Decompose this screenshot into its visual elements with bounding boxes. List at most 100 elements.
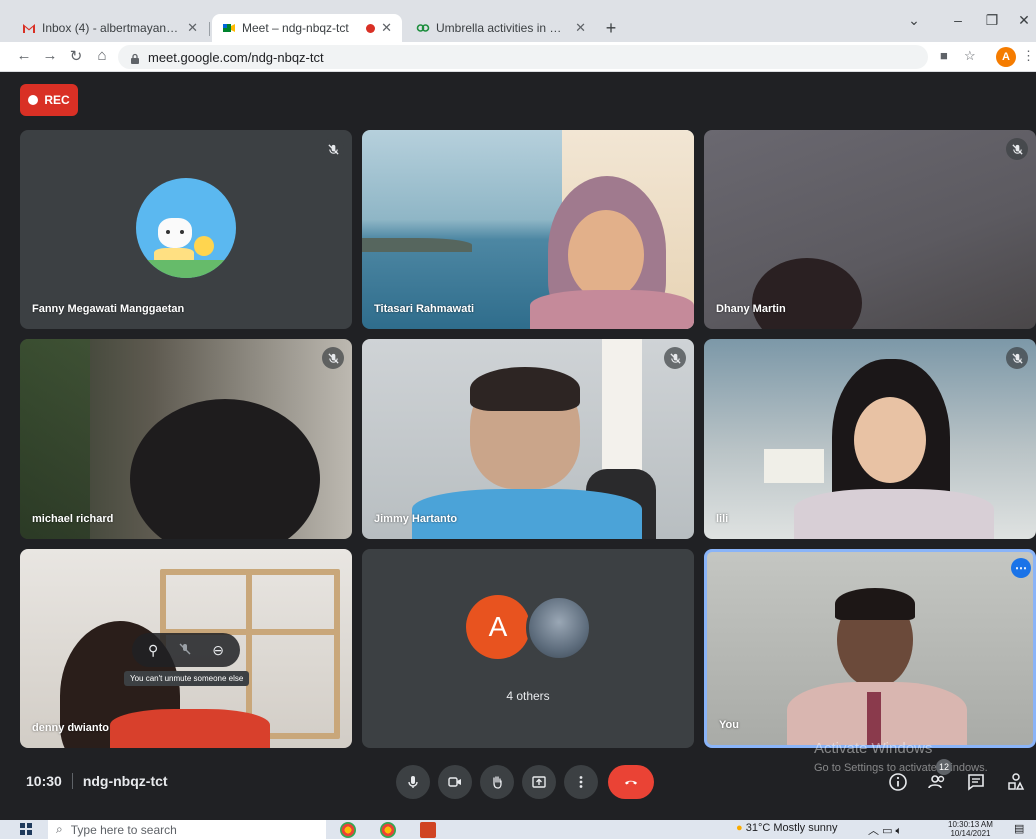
- participant-tile[interactable]: Fanny Megawati Manggaetan: [20, 130, 352, 329]
- camera-icon: [448, 777, 461, 787]
- participant-tile[interactable]: michael richard: [20, 339, 352, 539]
- kebab-menu-icon: [579, 776, 583, 788]
- chrome-taskbar-icon[interactable]: [380, 822, 396, 838]
- participant-name: Fanny Megawati Manggaetan: [32, 303, 185, 315]
- record-dot-icon: [28, 95, 39, 105]
- self-view-tile[interactable]: ⋯ You: [704, 549, 1036, 748]
- pin-icon[interactable]: ⚲: [148, 642, 158, 659]
- tab-separator: [209, 22, 210, 36]
- recording-button[interactable]: REC: [20, 84, 78, 116]
- activities-shapes-icon: [1008, 773, 1025, 790]
- weather-widget[interactable]: ● 31°C Mostly sunny: [736, 822, 838, 834]
- home-icon[interactable]: ⌂: [92, 47, 112, 64]
- profile-avatar[interactable]: A: [996, 47, 1016, 67]
- mic-icon: [408, 776, 418, 788]
- present-icon: [532, 776, 546, 788]
- tab-search-chevron-icon[interactable]: ⌄: [900, 12, 928, 29]
- participant-name: michael richard: [32, 513, 114, 525]
- close-tab-icon[interactable]: ✕: [575, 20, 586, 36]
- remove-icon[interactable]: ⊖: [212, 642, 224, 659]
- tab-umbrella[interactable]: Umbrella activities in Software En ✕: [406, 14, 596, 42]
- windows-start-icon[interactable]: [20, 823, 32, 835]
- unmute-disabled-icon[interactable]: [178, 642, 192, 659]
- microphone-button[interactable]: [396, 765, 430, 799]
- chat-icon: [968, 774, 984, 791]
- forward-icon[interactable]: →: [40, 47, 60, 64]
- search-icon: ⌕: [56, 822, 63, 836]
- back-icon[interactable]: ←: [14, 47, 34, 64]
- restore-icon[interactable]: ❐: [978, 12, 1006, 29]
- close-tab-icon[interactable]: ✕: [187, 20, 198, 36]
- muted-mic-icon: [322, 138, 344, 160]
- close-tab-icon[interactable]: ✕: [381, 20, 392, 36]
- clock-time: 10:30:13 AM: [948, 820, 993, 829]
- bookmark-star-icon[interactable]: ☆: [964, 48, 976, 64]
- muted-mic-icon: [322, 347, 344, 369]
- participant-tile[interactable]: Dhany Martin: [704, 130, 1036, 329]
- recording-dot-icon: [366, 23, 376, 33]
- muted-mic-icon: [664, 347, 686, 369]
- close-window-icon[interactable]: ✕: [1010, 12, 1036, 29]
- camera-indicator-icon[interactable]: ■: [940, 48, 948, 63]
- recording-label: REC: [44, 93, 70, 107]
- powerpoint-taskbar-icon[interactable]: [420, 822, 436, 838]
- chrome-taskbar-icon[interactable]: [340, 822, 356, 838]
- menu-kebab-icon[interactable]: ⋮: [1022, 48, 1035, 64]
- present-screen-button[interactable]: [522, 765, 556, 799]
- camera-button[interactable]: [438, 765, 472, 799]
- tab-gmail[interactable]: Inbox (4) - albertmayan@gmail.c ✕: [12, 14, 208, 42]
- tab-meet[interactable]: Meet – ndg-nbqz-tct ✕: [212, 14, 402, 42]
- participant-name: Titasari Rahmawati: [374, 303, 475, 315]
- activities-button[interactable]: [1004, 770, 1028, 794]
- system-tray-icons[interactable]: ︿ ▭ 🔈︎: [868, 822, 902, 838]
- meeting-info-button[interactable]: [886, 770, 910, 794]
- tab-label: Umbrella activities in Software En: [436, 21, 570, 35]
- taskbar-search-box[interactable]: ⌕ Type here to search: [48, 820, 326, 839]
- sun-icon: ●: [736, 822, 743, 834]
- participant-name: denny dwianto: [32, 722, 109, 734]
- browser-toolbar: ← → ↻ ⌂ meet.google.com/ndg-nbqz-tct ■ ☆…: [0, 42, 1036, 72]
- gmail-icon: [22, 21, 36, 35]
- people-icon: [928, 775, 945, 789]
- taskbar-clock[interactable]: 10:30:13 AM 10/14/2021: [948, 820, 993, 838]
- meeting-time: 10:30: [26, 773, 62, 789]
- participant-hover-controls: ⚲ ⊖: [132, 633, 240, 667]
- screen: Inbox (4) - albertmayan@gmail.c ✕ Meet –…: [0, 0, 1036, 839]
- chevron-up-icon[interactable]: ︿: [868, 825, 879, 837]
- participant-name: You: [719, 719, 739, 731]
- more-options-icon[interactable]: ⋯: [1011, 558, 1031, 578]
- more-options-button[interactable]: [564, 765, 598, 799]
- divider: [71, 773, 73, 789]
- url-text: meet.google.com/ndg-nbqz-tct: [148, 49, 324, 65]
- others-tile[interactable]: A 4 others: [362, 549, 694, 748]
- lock-icon: [130, 52, 140, 64]
- clock-date: 10/14/2021: [950, 829, 991, 838]
- participant-tile[interactable]: Jimmy Hartanto: [362, 339, 694, 539]
- others-count-label: 4 others: [506, 689, 550, 703]
- others-avatar-photo: [526, 595, 592, 661]
- notifications-icon[interactable]: ▤: [1014, 822, 1024, 835]
- search-placeholder: Type here to search: [70, 822, 177, 837]
- participant-tile[interactable]: lili: [704, 339, 1036, 539]
- tab-label: Meet – ndg-nbqz-tct: [242, 21, 349, 35]
- tooltip: You can't unmute someone else: [124, 671, 250, 686]
- volume-icon: 🔈︎: [895, 825, 903, 837]
- chat-button[interactable]: [964, 770, 988, 794]
- leave-call-button[interactable]: [608, 765, 654, 799]
- participant-tile[interactable]: Titasari Rahmawati: [362, 130, 694, 329]
- windows-taskbar: ⌕ Type here to search ● 31°C Mostly sunn…: [0, 820, 1036, 839]
- new-tab-button[interactable]: +: [600, 17, 622, 39]
- participant-tile[interactable]: ⚲ ⊖ You can't unmute someone else denny …: [20, 549, 352, 748]
- minimize-icon[interactable]: –: [944, 12, 972, 28]
- reload-icon[interactable]: ↻: [66, 47, 86, 65]
- muted-mic-icon: [1006, 347, 1028, 369]
- raise-hand-button[interactable]: [480, 765, 514, 799]
- hang-up-icon: [625, 780, 637, 785]
- address-bar[interactable]: meet.google.com/ndg-nbqz-tct: [118, 45, 928, 69]
- muted-mic-icon: [1006, 138, 1028, 160]
- activate-windows-title: Activate Windows: [814, 740, 933, 757]
- weather-text: 31°C Mostly sunny: [745, 822, 838, 834]
- tab-label: Inbox (4) - albertmayan@gmail.c: [42, 21, 181, 35]
- participant-name: Dhany Martin: [716, 303, 786, 315]
- people-count-badge: 12: [936, 759, 952, 775]
